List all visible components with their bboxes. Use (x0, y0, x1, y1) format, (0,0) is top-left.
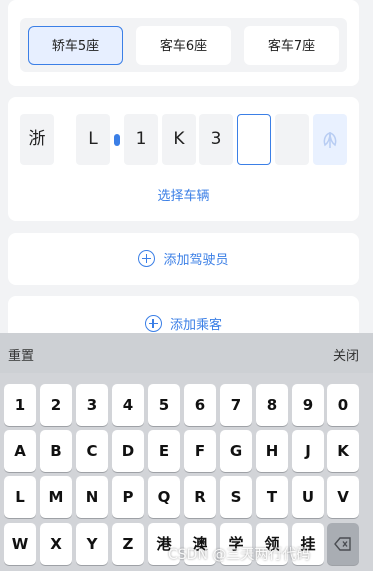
key[interactable]: 3 (76, 384, 108, 426)
plate-keyboard: 重置 关闭 1 2 3 4 5 6 7 8 9 0 A B C D E F G … (0, 333, 373, 571)
key[interactable]: 1 (4, 384, 36, 426)
key[interactable]: 5 (148, 384, 180, 426)
plate-separator-dot (114, 134, 120, 146)
select-vehicle-link[interactable]: 选择车辆 (8, 185, 359, 204)
key[interactable]: Y (76, 523, 108, 565)
plate-char-2[interactable]: L (76, 114, 110, 165)
key[interactable]: 2 (40, 384, 72, 426)
key[interactable]: S (220, 476, 252, 518)
key[interactable]: Z (112, 523, 144, 565)
key[interactable]: G (220, 430, 252, 472)
vehicle-type-selector: 轿车5座 客车6座 客车7座 (20, 18, 347, 72)
delete-key[interactable] (327, 523, 359, 565)
key[interactable]: T (256, 476, 288, 518)
keyboard-toolbar: 重置 关闭 (0, 333, 373, 373)
add-passenger-button[interactable]: 添加乘客 (8, 314, 359, 333)
plate-char-ev[interactable] (313, 114, 347, 165)
key[interactable]: F (184, 430, 216, 472)
plate-card: 浙 L 1 K 3 选择车辆 (8, 97, 359, 221)
key[interactable]: W (4, 523, 36, 565)
plate-char-6-active[interactable] (237, 114, 271, 165)
key[interactable]: P (112, 476, 144, 518)
key[interactable]: U (292, 476, 324, 518)
add-driver-button[interactable]: 添加驾驶员 (8, 249, 359, 268)
keyboard-reset-button[interactable]: 重置 (8, 345, 34, 364)
key[interactable]: 9 (292, 384, 324, 426)
new-energy-leaf-icon (323, 132, 337, 148)
add-passenger-label: 添加乘客 (169, 318, 222, 333)
key[interactable]: M (40, 476, 72, 518)
plate-char-5[interactable]: 3 (199, 114, 233, 165)
key[interactable]: J (292, 430, 324, 472)
add-driver-label: 添加驾驶员 (163, 253, 229, 268)
add-driver-card[interactable]: 添加驾驶员 (8, 233, 359, 285)
vehicle-type-card: 轿车5座 客车6座 客车7座 (8, 0, 359, 86)
key[interactable]: R (184, 476, 216, 518)
plate-char-4[interactable]: K (162, 114, 196, 165)
key[interactable]: 7 (220, 384, 252, 426)
key[interactable]: L (4, 476, 36, 518)
key[interactable]: A (4, 430, 36, 472)
key[interactable]: C (76, 430, 108, 472)
key[interactable]: 8 (256, 384, 288, 426)
key[interactable]: N (76, 476, 108, 518)
plus-circle-icon (144, 315, 162, 332)
key[interactable]: 4 (112, 384, 144, 426)
key[interactable]: 6 (184, 384, 216, 426)
key[interactable]: Q (148, 476, 180, 518)
vehicle-type-bus-7[interactable]: 客车7座 (244, 26, 339, 65)
key[interactable]: E (148, 430, 180, 472)
key[interactable]: X (40, 523, 72, 565)
key[interactable]: D (112, 430, 144, 472)
keyboard-close-button[interactable]: 关闭 (333, 345, 359, 364)
key[interactable]: V (327, 476, 359, 518)
backspace-icon (334, 537, 351, 551)
key[interactable]: H (256, 430, 288, 472)
plate-char-3[interactable]: 1 (124, 114, 158, 165)
vehicle-type-bus-6[interactable]: 客车6座 (136, 26, 231, 65)
plate-char-7[interactable] (275, 114, 309, 165)
plus-circle-icon (138, 250, 156, 267)
key[interactable]: K (327, 430, 359, 472)
key[interactable]: 0 (327, 384, 359, 426)
key[interactable]: B (40, 430, 72, 472)
vehicle-type-sedan-5[interactable]: 轿车5座 (28, 26, 123, 65)
plate-char-province[interactable]: 浙 (20, 114, 54, 165)
watermark: CSDN @三天两行代码 (168, 547, 311, 563)
